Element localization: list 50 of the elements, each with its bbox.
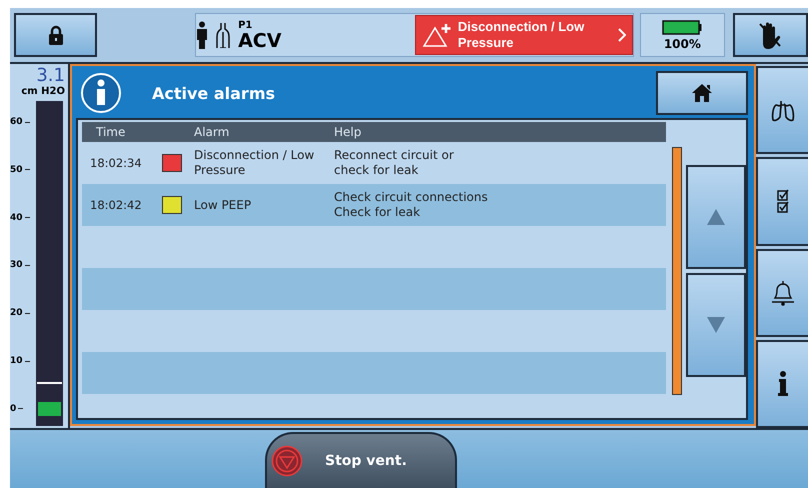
column-header: Help [334, 125, 362, 139]
tick-label: 40 [10, 212, 36, 223]
checklist-button[interactable] [756, 157, 808, 246]
tick-label: 30 [10, 260, 36, 270]
down-arrow-icon [706, 316, 726, 334]
alarm-settings-button[interactable] [756, 248, 808, 337]
warning-icon [422, 23, 452, 47]
table-cell-text: Check circuit connections Check for leak [334, 190, 489, 220]
table-cell-text: Disconnection / Low Pressure [194, 148, 316, 178]
stop-ventilation-button[interactable]: Stop vent. [265, 432, 457, 488]
column-header: Time [95, 125, 126, 139]
alarm-banner[interactable]: Disconnection / Low Pressure [414, 15, 633, 55]
panel-title: Active alarms [152, 84, 276, 102]
pressure-value: 3.1 [35, 66, 66, 86]
lungs-button[interactable] [756, 66, 808, 154]
tick-label: 0 [10, 404, 36, 414]
chevron-icon [618, 28, 626, 42]
stop-icon [271, 445, 303, 477]
scroll-down-button[interactable] [686, 273, 746, 377]
info-button[interactable] [756, 340, 808, 428]
tick-label: 20 [10, 308, 36, 318]
checklist-icon [777, 189, 789, 214]
battery-reading: 100% [664, 37, 701, 51]
lock-icon [48, 25, 64, 45]
mode-label: ACV [238, 30, 282, 50]
tick-label: 60 [10, 117, 36, 127]
lock-button[interactable] [14, 13, 98, 57]
home-button[interactable] [656, 71, 748, 115]
tube-icon [216, 22, 230, 48]
info-icon [80, 72, 122, 114]
tick-label: 50 [10, 164, 36, 175]
table-cell-text: 18:02:42 [89, 198, 143, 212]
marker-line [37, 382, 62, 384]
table-cell-text: 18:02:34 [89, 156, 143, 170]
patient-label: P1 [238, 20, 254, 30]
hand-button[interactable] [732, 13, 808, 57]
up-arrow-icon [706, 208, 726, 226]
scroll-bar[interactable] [672, 147, 682, 395]
hand-icon [757, 21, 784, 49]
info-icon [777, 370, 789, 397]
home-icon [691, 83, 713, 103]
person-icon [196, 21, 208, 49]
scroll-up-button[interactable] [686, 165, 746, 269]
battery-icon [662, 19, 702, 35]
table-cell-text: Low PEEP [194, 198, 252, 212]
column-header: Alarm [194, 125, 230, 139]
tick-label: 10 [10, 356, 36, 366]
table-cell-text: Reconnect circuit or check for leak [334, 148, 455, 178]
pressure-unit: cm H2O [20, 86, 66, 97]
bell-icon [771, 280, 795, 306]
